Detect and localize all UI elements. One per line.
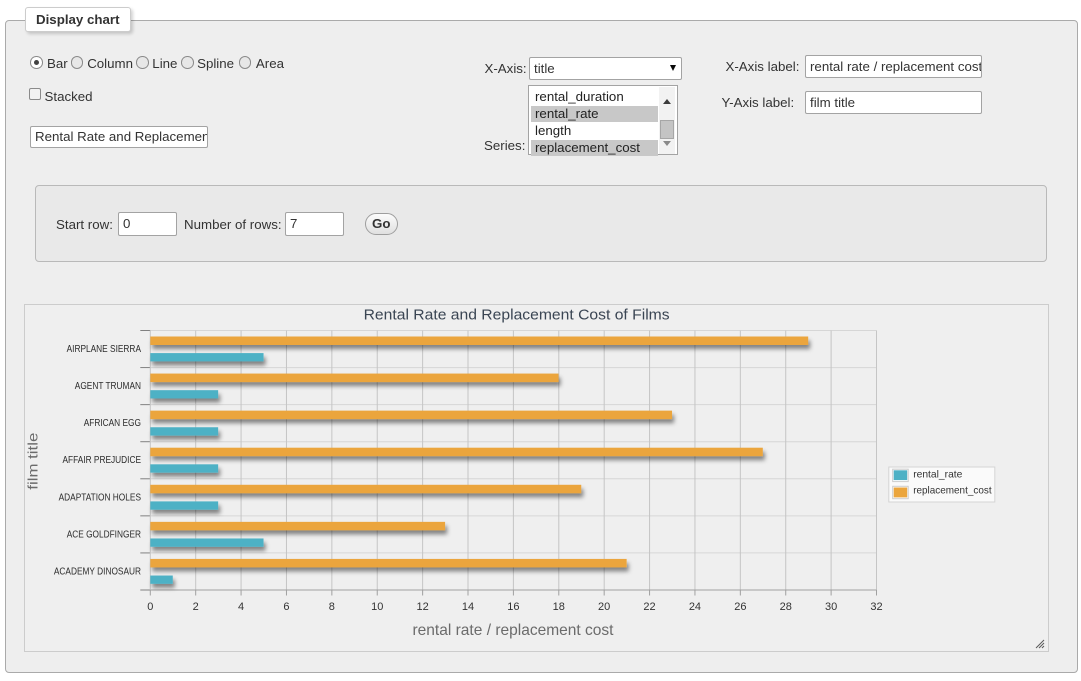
svg-text:rental_rate: rental_rate bbox=[913, 468, 962, 480]
svg-text:24: 24 bbox=[689, 601, 701, 613]
svg-text:10: 10 bbox=[371, 601, 383, 613]
svg-text:4: 4 bbox=[238, 601, 244, 613]
svg-text:ADAPTATION HOLES: ADAPTATION HOLES bbox=[59, 492, 142, 503]
svg-text:AFRICAN EGG: AFRICAN EGG bbox=[84, 418, 141, 429]
svg-text:14: 14 bbox=[462, 601, 474, 613]
svg-text:6: 6 bbox=[283, 601, 289, 613]
svg-text:8: 8 bbox=[329, 601, 335, 613]
svg-text:16: 16 bbox=[507, 601, 519, 613]
svg-text:film title: film title bbox=[25, 432, 41, 489]
svg-text:28: 28 bbox=[780, 601, 792, 613]
svg-text:replacement_cost: replacement_cost bbox=[913, 485, 991, 497]
svg-text:AIRPLANE SIERRA: AIRPLANE SIERRA bbox=[67, 344, 142, 355]
svg-text:26: 26 bbox=[734, 601, 746, 613]
svg-text:rental rate / replacement cost: rental rate / replacement cost bbox=[413, 622, 615, 639]
svg-text:12: 12 bbox=[417, 601, 429, 613]
svg-text:2: 2 bbox=[193, 601, 199, 613]
svg-text:ACADEMY DINOSAUR: ACADEMY DINOSAUR bbox=[54, 566, 141, 577]
svg-text:0: 0 bbox=[147, 601, 153, 613]
svg-text:30: 30 bbox=[825, 601, 837, 613]
svg-text:18: 18 bbox=[553, 601, 565, 613]
svg-text:32: 32 bbox=[870, 601, 882, 613]
svg-text:20: 20 bbox=[598, 601, 610, 613]
svg-text:22: 22 bbox=[643, 601, 655, 613]
svg-text:AGENT TRUMAN: AGENT TRUMAN bbox=[75, 381, 141, 392]
svg-text:ACE GOLDFINGER: ACE GOLDFINGER bbox=[67, 529, 141, 540]
svg-text:Rental Rate and Replacement Co: Rental Rate and Replacement Cost of Film… bbox=[364, 307, 670, 324]
svg-text:AFFAIR PREJUDICE: AFFAIR PREJUDICE bbox=[63, 455, 142, 466]
